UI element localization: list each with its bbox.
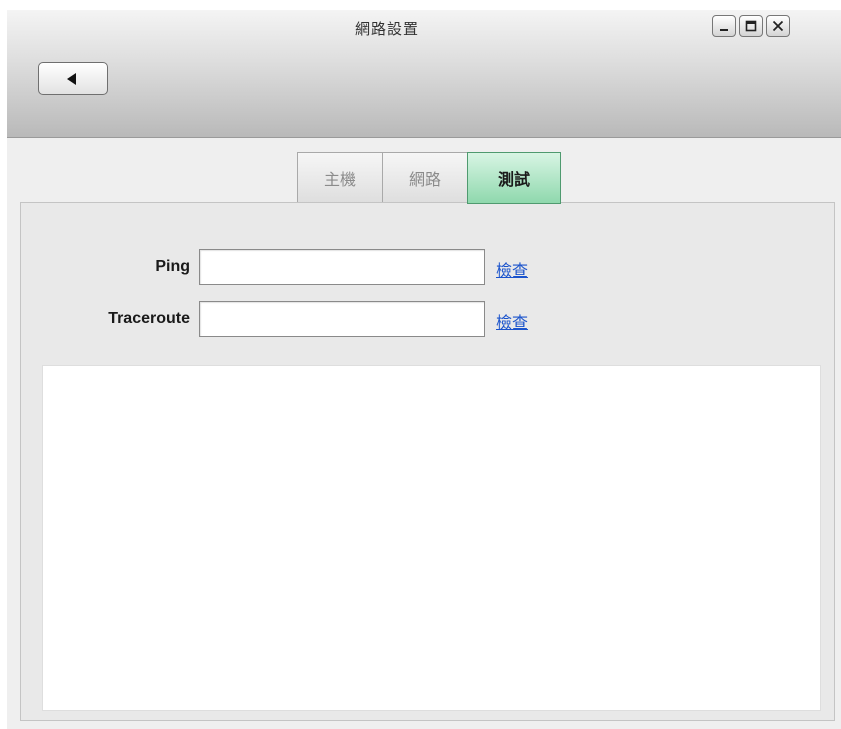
close-button[interactable] <box>766 15 790 37</box>
output-area <box>42 365 821 711</box>
title-bar: 網路設置 <box>7 10 841 138</box>
ping-row: Ping 檢查 <box>21 249 836 285</box>
tab-test[interactable]: 測試 <box>467 152 561 204</box>
close-icon <box>772 20 784 32</box>
network-settings-window: 網路設置 主機 網路 測試 Ping 檢查 Traceroute 檢查 <box>7 10 841 729</box>
tab-host[interactable]: 主機 <box>297 152 383 204</box>
traceroute-row: Traceroute 檢查 <box>21 301 836 337</box>
back-button[interactable] <box>38 62 108 95</box>
traceroute-check-link[interactable]: 檢查 <box>496 309 528 333</box>
traceroute-input[interactable] <box>199 301 485 337</box>
window-title: 網路設置 <box>354 20 419 38</box>
maximize-icon <box>745 20 757 32</box>
minimize-icon <box>720 29 728 31</box>
tab-bar: 主機 網路 測試 <box>297 152 561 204</box>
tab-network[interactable]: 網路 <box>382 152 468 204</box>
minimize-button[interactable] <box>712 15 736 37</box>
left-triangle-icon <box>67 73 76 85</box>
test-panel: Ping 檢查 Traceroute 檢查 <box>20 202 835 721</box>
ping-label: Ping <box>155 258 190 275</box>
maximize-button[interactable] <box>739 15 763 37</box>
traceroute-label: Traceroute <box>108 310 190 327</box>
ping-check-link[interactable]: 檢查 <box>496 257 528 281</box>
ping-input[interactable] <box>199 249 485 285</box>
